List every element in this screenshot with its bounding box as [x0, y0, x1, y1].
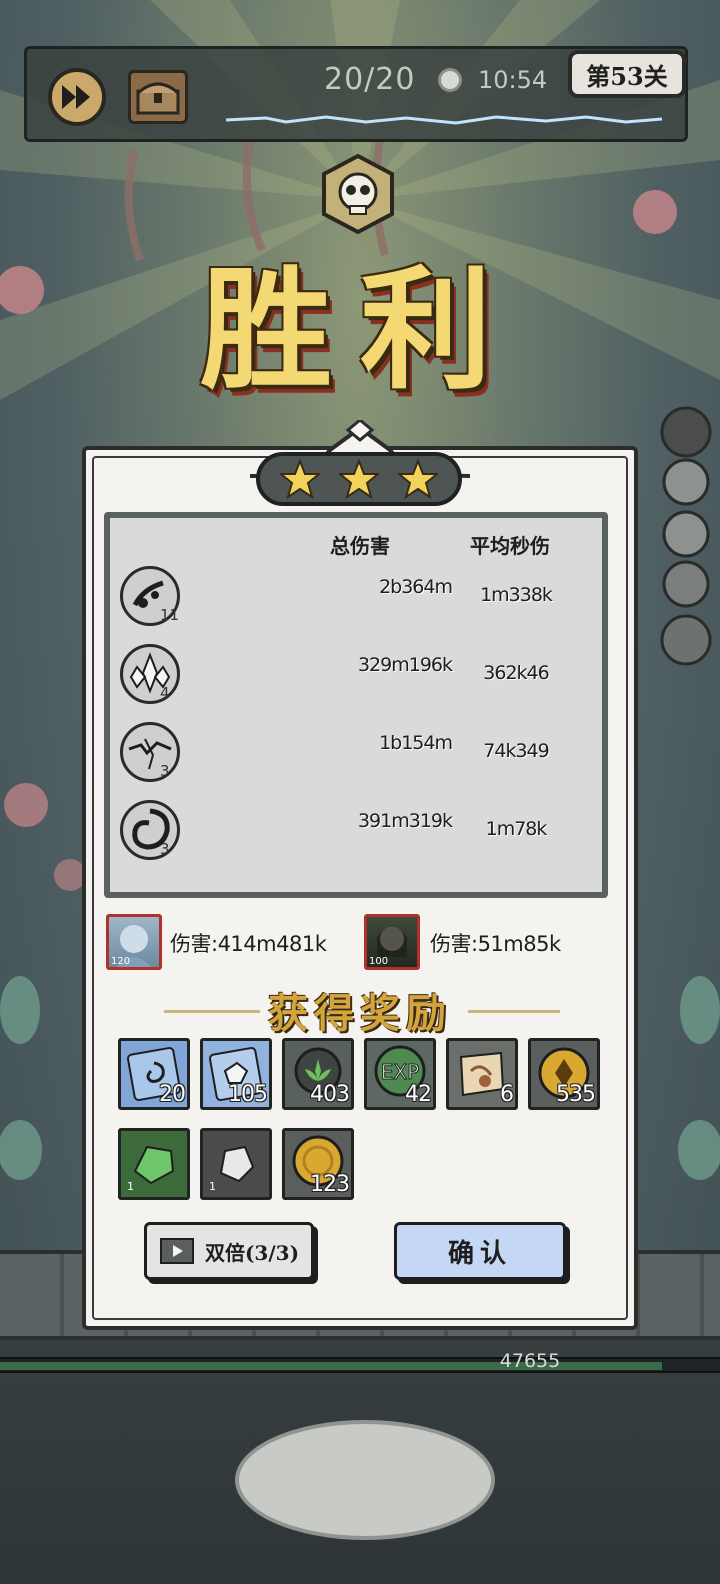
reward-count: 403 [310, 1082, 350, 1107]
skill-level: 4 [160, 684, 170, 702]
reward-item[interactable]: 6 [446, 1038, 518, 1110]
reward-count: 42 [405, 1082, 432, 1107]
skill-total-damage: 329m196k [357, 654, 453, 676]
reward-item[interactable]: 123 [282, 1128, 354, 1200]
reward-count: 535 [556, 1082, 596, 1107]
skill-level: 11 [160, 606, 180, 624]
lightning-skill-icon [120, 722, 180, 782]
confirm-label: 确认 [447, 1238, 512, 1269]
player-summon-circle [235, 1420, 495, 1540]
skill-stat-row: 11 2b364m 1m338k [120, 566, 590, 630]
reward-count: 20 [159, 1082, 186, 1107]
skill-stat-row: 4 329m196k 362k46 [120, 644, 590, 708]
rewards-title: 获得奖励 [268, 990, 452, 1037]
hero-level: 100 [369, 956, 389, 967]
skill-stat-row: 3 1b154m 74k349 [120, 722, 590, 786]
reward-item[interactable]: 105 [200, 1038, 272, 1110]
double-reward-button[interactable]: 双倍(3/3) [144, 1222, 314, 1280]
treasure-chest-button[interactable] [128, 70, 188, 124]
reward-item[interactable]: EXP 42 [364, 1038, 436, 1110]
victory-title: 胜利 [200, 252, 520, 408]
boss-skull-icon [322, 154, 394, 234]
reward-count: 105 [228, 1082, 268, 1107]
reward-item[interactable]: 20 [118, 1038, 190, 1110]
star-icon [398, 459, 439, 499]
avg-dps-header: 平均秒伤 [470, 534, 550, 558]
dark-vortex-skill-icon [120, 800, 180, 860]
star-rating [256, 452, 462, 506]
video-ad-icon [159, 1238, 194, 1264]
svg-text:EXP: EXP [381, 1060, 419, 1084]
hero-damage: 伤害:51m85k [430, 932, 561, 956]
hero-portrait[interactable]: 100 [364, 914, 420, 970]
skill-stat-row: 3 391m319k 1m78k [120, 800, 590, 864]
skill-total-damage: 2b364m [379, 576, 453, 598]
reward-item[interactable]: 535 [528, 1038, 600, 1110]
hero-level: 120 [111, 956, 131, 967]
skill-level: 3 [160, 840, 170, 858]
ice-crystal-skill-icon [120, 644, 180, 704]
boss-hp-bar [0, 1357, 720, 1373]
reward-count: 123 [310, 1172, 350, 1197]
star-icon [338, 459, 379, 499]
star-icon [279, 459, 320, 499]
battle-timer: 10:54 [478, 66, 548, 94]
hero-damage: 伤害:414m481k [170, 932, 327, 956]
treasure-chest-icon [136, 82, 180, 115]
clock-icon [438, 68, 462, 92]
skill-level: 3 [160, 762, 170, 780]
total-damage-header: 总伤害 [330, 534, 390, 558]
reward-count: 1 [127, 1180, 134, 1193]
reward-item[interactable]: 1 [200, 1128, 272, 1200]
double-reward-label: 双倍(3/3) [204, 1240, 300, 1265]
boss-hp-value: 47655 [499, 1350, 561, 1372]
reward-item[interactable]: 403 [282, 1038, 354, 1110]
skill-avg-dps: 1m338k [480, 584, 553, 606]
skill-total-damage: 1b154m [379, 732, 453, 754]
lightning-progress-bar [226, 115, 662, 125]
level-badge: 第53关 [568, 50, 686, 98]
hero-portrait[interactable]: 120 [106, 914, 162, 970]
skill-total-damage: 391m319k [357, 810, 453, 832]
speed-toggle-button[interactable] [48, 68, 106, 126]
reward-count: 1 [209, 1180, 216, 1193]
skill-avg-dps: 362k46 [483, 662, 549, 684]
fast-forward-icon [62, 85, 90, 109]
confirm-button[interactable]: 确认 [394, 1222, 566, 1280]
reward-item[interactable]: 1 [118, 1128, 190, 1200]
wave-counter: 20/20 [324, 62, 416, 97]
skill-avg-dps: 74k349 [483, 740, 549, 762]
reward-count: 6 [500, 1082, 514, 1107]
skill-avg-dps: 1m78k [485, 818, 548, 840]
